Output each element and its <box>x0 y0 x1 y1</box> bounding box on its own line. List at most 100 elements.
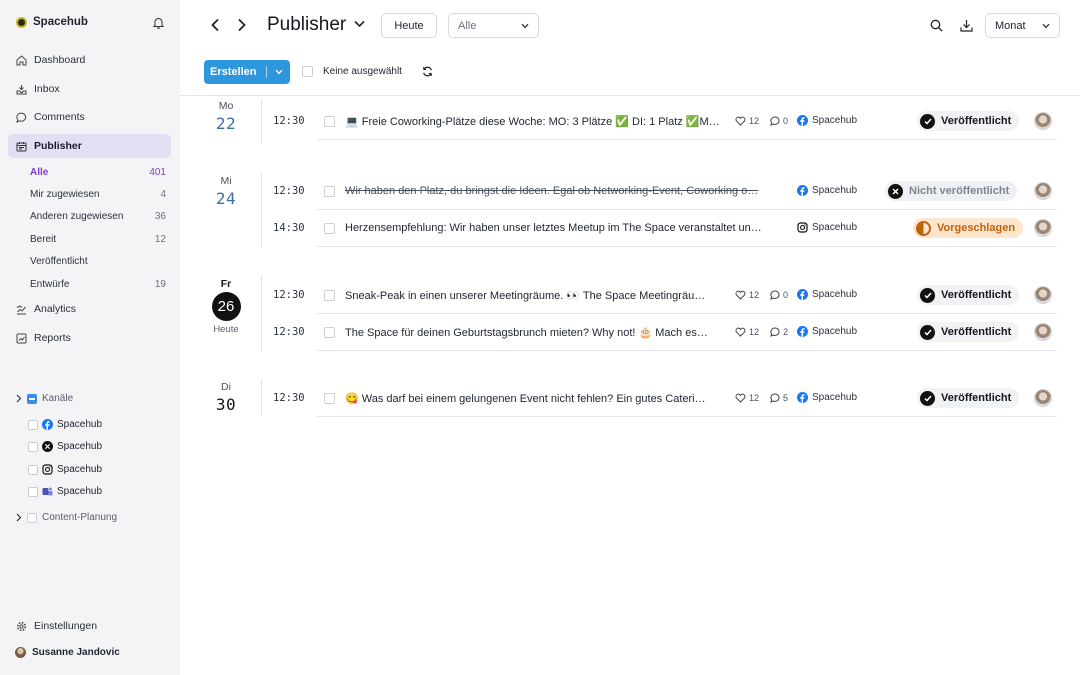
status-badge[interactable]: Veröffentlicht <box>917 285 1020 305</box>
publisher-filter-anderen-zugewiesen[interactable]: Anderen zugewiesen 36 <box>30 207 166 225</box>
channel-checkbox[interactable] <box>28 486 38 497</box>
chevron-right-icon <box>16 513 22 522</box>
channel-item[interactable]: Spacehub <box>28 419 102 430</box>
workspace-name: Spacehub <box>33 16 88 28</box>
nav-settings[interactable]: Einstellungen <box>8 614 171 638</box>
refresh-icon[interactable] <box>422 66 433 80</box>
post-checkbox[interactable] <box>324 393 335 404</box>
status-badge[interactable]: Vorgeschlagen <box>913 218 1024 238</box>
nav-dashboard[interactable]: Dashboard <box>8 48 171 72</box>
post-text[interactable]: Herzensempfehlung: Wir haben unser letzt… <box>345 222 787 234</box>
day-number[interactable]: 22 <box>201 114 251 133</box>
today-date-circle[interactable]: 26 <box>211 292 241 321</box>
day-weekday: Fr <box>220 278 232 290</box>
half-circle-icon <box>916 220 931 236</box>
post-checkbox[interactable] <box>324 186 335 197</box>
avatar[interactable] <box>1034 389 1052 407</box>
post-row[interactable]: 12:30 💻 Freie Coworking-Plätze diese Woc… <box>272 103 1058 139</box>
group-checkbox[interactable] <box>27 512 37 523</box>
post-text[interactable]: The Space für deinen Geburtstagsbrunch m… <box>345 326 727 339</box>
filter-select[interactable]: Alle <box>448 13 539 38</box>
next-arrow-icon[interactable] <box>237 18 247 35</box>
select-all[interactable]: Keine ausgewählt <box>302 66 402 77</box>
avatar[interactable] <box>1034 286 1052 304</box>
nav-analytics[interactable]: Analytics <box>8 297 171 321</box>
publisher-filter-bereit[interactable]: Bereit 12 <box>30 230 166 248</box>
chevron-down-icon[interactable] <box>267 69 290 75</box>
post-checkbox[interactable] <box>324 116 335 127</box>
filter-label: Bereit <box>30 233 57 245</box>
publisher-filter-mir-zugewiesen[interactable]: Mir zugewiesen 4 <box>30 185 166 203</box>
channel-item[interactable]: Spacehub <box>28 486 102 497</box>
post-text[interactable]: 😋 Was darf bei einem gelungenen Event ni… <box>345 392 727 405</box>
avatar[interactable] <box>1034 112 1052 130</box>
post-checkbox[interactable] <box>324 223 335 234</box>
post-checkbox[interactable] <box>324 327 335 338</box>
post-time: 12:30 <box>273 392 305 404</box>
status-label: Veröffentlicht <box>941 326 1012 338</box>
search-icon[interactable] <box>930 19 943 35</box>
user-menu[interactable]: Susanne Jandovic <box>15 647 120 658</box>
post-row[interactable]: 12:30 Wir haben den Platz, du bringst di… <box>272 173 1058 209</box>
channel-checkbox[interactable] <box>28 464 38 475</box>
bell-icon[interactable] <box>152 17 165 32</box>
post-channel: Spacehub <box>797 326 857 337</box>
day-header: Mi 24 <box>201 175 251 208</box>
channel-name: Spacehub <box>812 289 858 300</box>
post-stats: 12 0 <box>735 116 788 126</box>
post-checkbox[interactable] <box>324 290 335 301</box>
publisher-filter-alle[interactable]: Alle 401 <box>30 163 166 181</box>
like-count: 12 <box>749 327 760 337</box>
nav-publisher[interactable]: Publisher <box>8 134 171 158</box>
avatar[interactable] <box>1034 219 1052 237</box>
status-label: Veröffentlicht <box>941 392 1012 404</box>
day-number[interactable]: 24 <box>201 189 251 208</box>
post-row[interactable]: 12:30 Sneak-Peak in einen unserer Meetin… <box>272 277 1058 313</box>
content-planung-toggle[interactable]: Content-Planung <box>15 512 117 523</box>
nav-inbox[interactable]: Inbox <box>8 77 171 101</box>
status-label: Vorgeschlagen <box>937 222 1016 234</box>
channels-group-toggle[interactable]: Kanäle <box>15 393 73 404</box>
post-text[interactable]: Wir haben den Platz, du bringst die Idee… <box>345 185 787 197</box>
heart-icon <box>735 116 746 126</box>
status-badge[interactable]: Nicht veröffentlicht <box>885 181 1018 201</box>
today-button[interactable]: Heute <box>381 13 437 38</box>
post-row[interactable]: 14:30 Herzensempfehlung: Wir haben unser… <box>272 210 1058 246</box>
post-channel: Spacehub <box>797 222 857 233</box>
like-count: 12 <box>749 393 760 403</box>
chevron-down-icon[interactable] <box>354 19 365 31</box>
group-checkbox-partial[interactable] <box>27 393 37 404</box>
post-time: 12:30 <box>273 289 305 301</box>
channel-item[interactable]: Spacehub <box>28 464 102 475</box>
channel-checkbox[interactable] <box>28 419 38 430</box>
status-badge[interactable]: Veröffentlicht <box>917 388 1020 408</box>
download-icon[interactable] <box>960 19 973 35</box>
channel-item[interactable]: Spacehub <box>28 441 102 452</box>
user-name: Susanne Jandovic <box>32 647 120 658</box>
publisher-filter-entwuerfe[interactable]: Entwürfe 19 <box>30 275 166 293</box>
nav-comments[interactable]: Comments <box>8 105 171 129</box>
day-number[interactable]: 30 <box>201 395 251 414</box>
publisher-filter-veroeffentlicht[interactable]: Veröffentlicht <box>30 252 166 270</box>
avatar[interactable] <box>1034 182 1052 200</box>
status-badge[interactable]: Veröffentlicht <box>917 111 1020 131</box>
previous-arrow-icon[interactable] <box>210 18 220 35</box>
page-title[interactable]: Publisher <box>267 14 346 36</box>
facebook-icon <box>797 392 808 403</box>
post-text[interactable]: 💻 Freie Coworking-Plätze diese Woche: MO… <box>345 115 727 128</box>
avatar[interactable] <box>1034 323 1052 341</box>
analytics-icon <box>16 304 26 314</box>
calendar-icon <box>16 141 27 151</box>
post-row[interactable]: 12:30 The Space für deinen Geburtstagsbr… <box>272 314 1058 350</box>
status-badge[interactable]: Veröffentlicht <box>917 322 1020 342</box>
post-channel: Spacehub <box>797 115 857 126</box>
post-row[interactable]: 12:30 😋 Was darf bei einem gelungenen Ev… <box>272 380 1058 416</box>
nav-reports[interactable]: Reports <box>8 326 171 350</box>
avatar <box>15 647 26 658</box>
create-button[interactable]: Erstellen <box>204 60 290 84</box>
workspace-switcher[interactable]: Spacehub <box>16 16 88 28</box>
select-all-checkbox[interactable] <box>302 66 313 77</box>
channel-checkbox[interactable] <box>28 441 38 452</box>
post-text[interactable]: Sneak-Peak in einen unserer Meetingräume… <box>345 289 727 302</box>
view-select[interactable]: Monat <box>985 13 1060 38</box>
